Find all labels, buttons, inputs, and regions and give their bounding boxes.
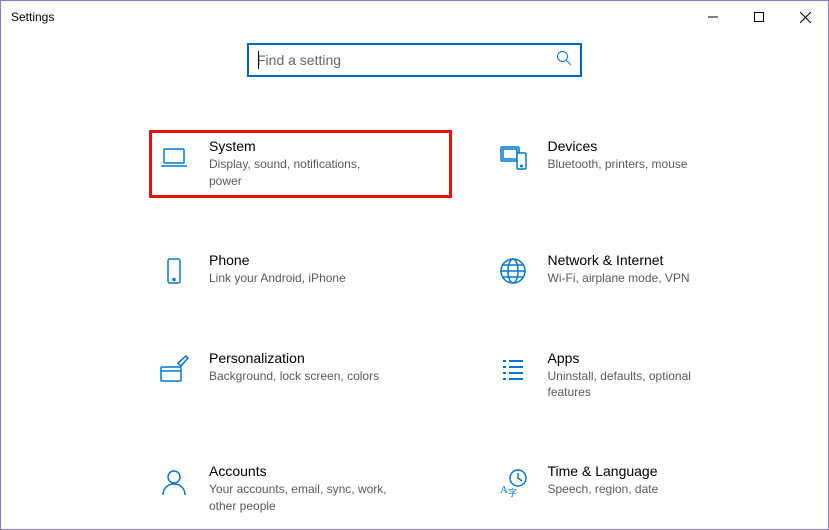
devices-icon	[496, 140, 530, 174]
category-title: System	[209, 138, 389, 154]
category-personalization[interactable]: Personalization Background, lock screen,…	[151, 344, 450, 408]
minimize-button[interactable]	[690, 1, 736, 33]
category-apps[interactable]: Apps Uninstall, defaults, optional featu…	[490, 344, 789, 408]
category-devices[interactable]: Devices Bluetooth, printers, mouse	[490, 132, 789, 196]
globe-icon	[496, 254, 530, 288]
search-icon[interactable]	[556, 50, 572, 71]
category-text: Personalization Background, lock screen,…	[209, 350, 379, 385]
window-controls	[690, 1, 828, 33]
category-text: System Display, sound, notifications, po…	[209, 138, 389, 190]
category-title: Time & Language	[548, 463, 659, 479]
category-desc: Speech, region, date	[548, 481, 659, 498]
close-icon	[800, 12, 811, 23]
category-title: Devices	[548, 138, 688, 154]
category-title: Network & Internet	[548, 252, 690, 268]
maximize-icon	[754, 12, 764, 22]
category-title: Personalization	[209, 350, 379, 366]
paintbrush-icon	[157, 352, 191, 386]
person-icon	[157, 465, 191, 499]
category-title: Accounts	[209, 463, 389, 479]
category-accounts[interactable]: Accounts Your accounts, email, sync, wor…	[151, 457, 450, 521]
category-text: Devices Bluetooth, printers, mouse	[548, 138, 688, 173]
category-title: Phone	[209, 252, 346, 268]
category-desc: Bluetooth, printers, mouse	[548, 156, 688, 173]
search-box[interactable]	[247, 43, 582, 77]
category-desc: Background, lock screen, colors	[209, 368, 379, 385]
category-text: Time & Language Speech, region, date	[548, 463, 659, 498]
category-title: Apps	[548, 350, 728, 366]
text-cursor	[258, 51, 259, 69]
category-text: Network & Internet Wi-Fi, airplane mode,…	[548, 252, 690, 287]
settings-grid: System Display, sound, notifications, po…	[1, 132, 828, 521]
category-text: Apps Uninstall, defaults, optional featu…	[548, 350, 728, 402]
time-language-icon: A字	[496, 465, 530, 499]
category-desc: Wi-Fi, airplane mode, VPN	[548, 270, 690, 287]
category-network[interactable]: Network & Internet Wi-Fi, airplane mode,…	[490, 246, 789, 294]
window-title: Settings	[11, 10, 54, 24]
phone-icon	[157, 254, 191, 288]
maximize-button[interactable]	[736, 1, 782, 33]
laptop-icon	[157, 140, 191, 174]
category-time-language[interactable]: A字 Time & Language Speech, region, date	[490, 457, 789, 521]
search-container	[1, 43, 828, 77]
close-button[interactable]	[782, 1, 828, 33]
svg-text:A: A	[500, 484, 508, 496]
category-desc: Your accounts, email, sync, work, other …	[209, 481, 389, 515]
category-phone[interactable]: Phone Link your Android, iPhone	[151, 246, 450, 294]
minimize-icon	[708, 12, 718, 22]
search-input[interactable]	[257, 52, 556, 68]
category-desc: Link your Android, iPhone	[209, 270, 346, 287]
category-text: Phone Link your Android, iPhone	[209, 252, 346, 287]
category-desc: Display, sound, notifications, power	[209, 156, 389, 190]
apps-list-icon	[496, 352, 530, 386]
svg-text:字: 字	[508, 487, 517, 498]
category-text: Accounts Your accounts, email, sync, wor…	[209, 463, 389, 515]
category-system[interactable]: System Display, sound, notifications, po…	[151, 132, 450, 196]
category-desc: Uninstall, defaults, optional features	[548, 368, 728, 402]
